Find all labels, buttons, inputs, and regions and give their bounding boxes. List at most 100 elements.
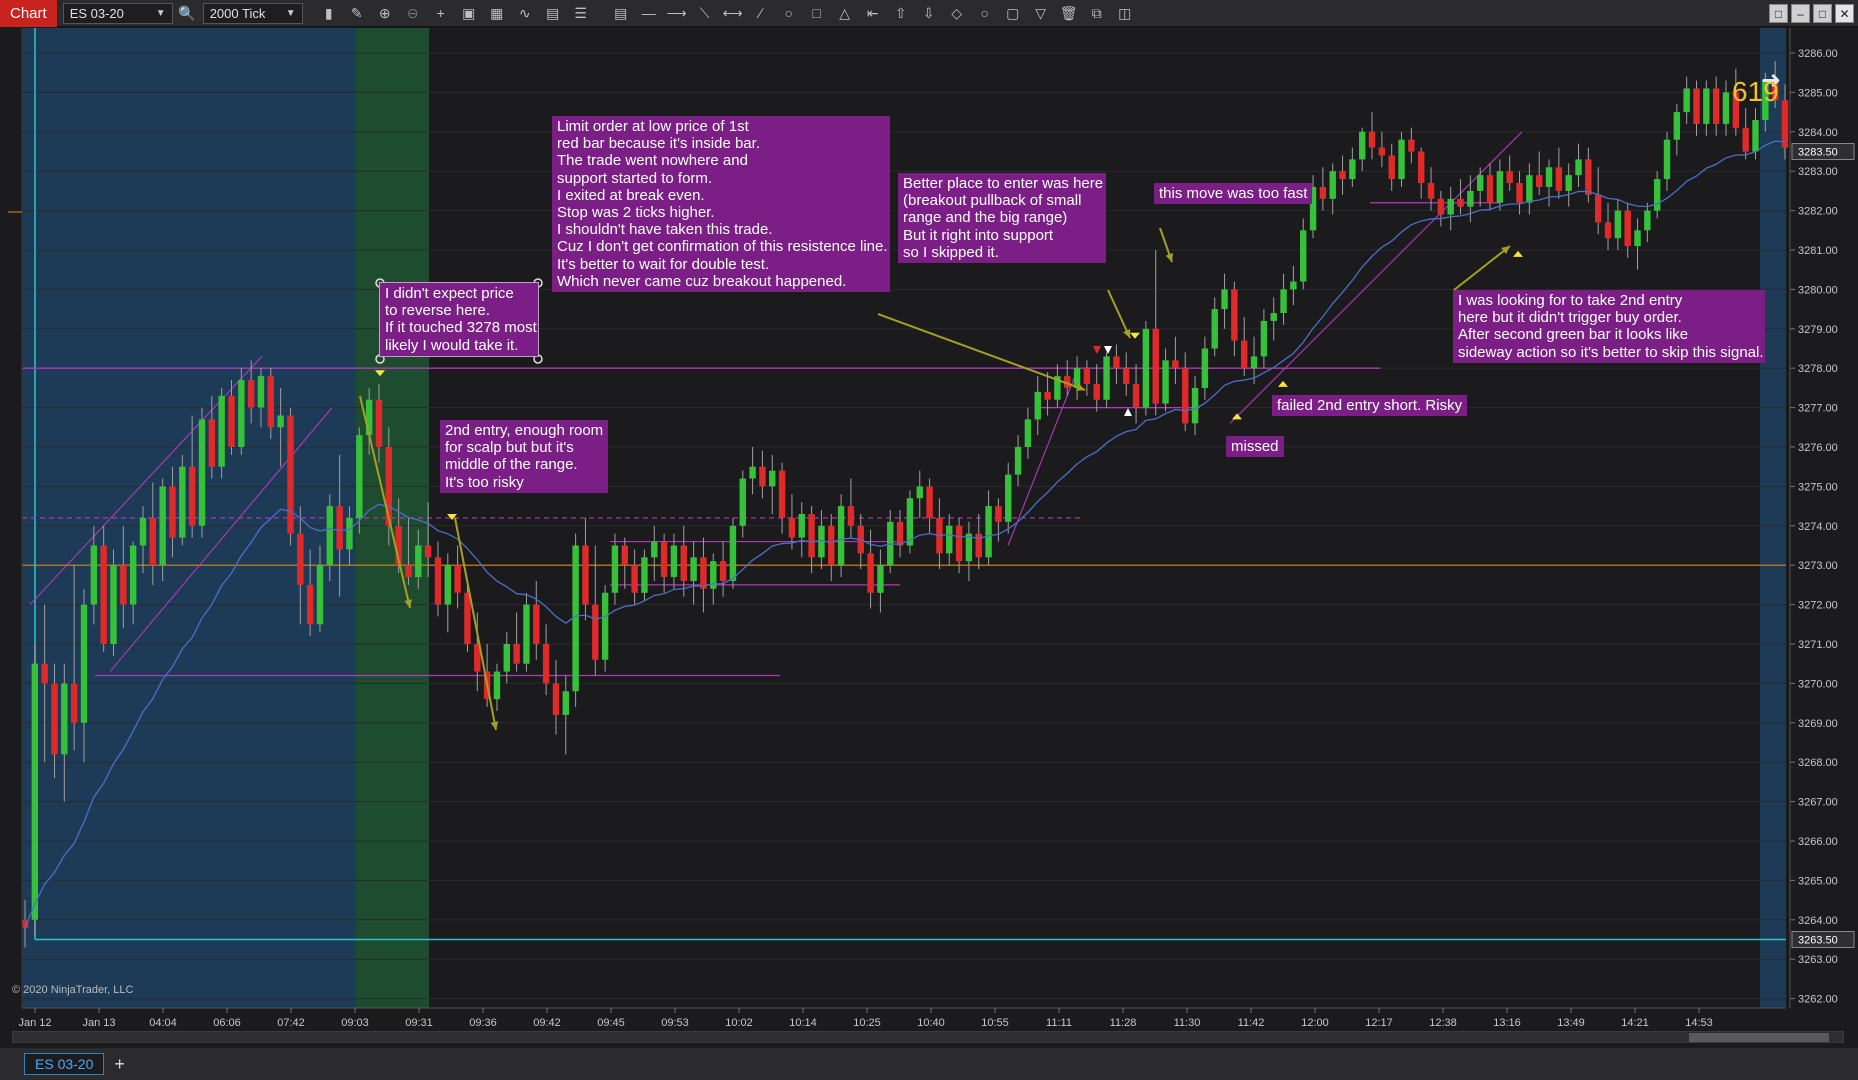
candle-bull [1703, 88, 1710, 124]
candle-bear [542, 644, 550, 684]
annotation-note-5[interactable]: this move was too fast [1154, 183, 1313, 205]
candle-bull [1467, 190, 1474, 207]
annotation-note-2[interactable]: Limit order at low price of 1st red bar … [552, 116, 890, 293]
annotation-note-1[interactable]: I didn't expect price to reverse here. I… [379, 282, 539, 357]
price-label: 3286.00 [1798, 48, 1838, 60]
fib-icon[interactable]: ∕ [750, 2, 772, 24]
line-icon[interactable]: — [638, 2, 660, 24]
candle-bear [631, 565, 638, 593]
annotation-note-7[interactable]: missed [1226, 436, 1284, 458]
candle-bear [1231, 289, 1238, 341]
candle-bear [1604, 222, 1612, 239]
time-label: Jan 13 [82, 1017, 115, 1029]
pencil-icon[interactable]: ✎ [346, 2, 368, 24]
candle-bear [267, 376, 275, 428]
time-label: 09:53 [661, 1017, 689, 1029]
properties-icon[interactable]: ▦ [486, 2, 508, 24]
rectangle-icon[interactable]: □ [806, 2, 828, 24]
candle-bull [798, 513, 805, 538]
arrow-left-icon[interactable]: ⇤ [862, 2, 884, 24]
zoom-out-icon[interactable]: ⊖ [402, 2, 424, 24]
horizontal-scrollbar[interactable] [12, 1031, 1844, 1043]
candle-bear [808, 513, 815, 558]
close-icon[interactable]: ✕ [1835, 4, 1854, 23]
candle-bear [1241, 340, 1248, 369]
maximize-icon[interactable]: □ [1813, 4, 1832, 23]
ruler-icon[interactable]: ▤ [610, 2, 632, 24]
layers-icon[interactable]: ◫ [1114, 2, 1136, 24]
time-label: 09:45 [597, 1017, 625, 1029]
candle-bull [316, 565, 324, 625]
candle-bear [995, 506, 1002, 522]
candle-bear [51, 683, 58, 755]
time-label: 10:02 [725, 1017, 753, 1029]
scroll-thumb[interactable] [1689, 1033, 1829, 1042]
tab-es-03-20[interactable]: ES 03-20 [24, 1053, 105, 1075]
diamond-icon[interactable]: ◇ [946, 2, 968, 24]
square-icon[interactable]: ▢ [1002, 2, 1024, 24]
time-label: 10:40 [917, 1017, 945, 1029]
candle-bear [1506, 171, 1513, 184]
candle-bear [926, 486, 933, 518]
template-icon[interactable]: ▣ [458, 2, 480, 24]
instrument-tab-bar: ES 03-20 + [0, 1048, 1858, 1080]
candle-bull [493, 671, 501, 700]
price-label: 3284.00 [1798, 127, 1838, 139]
candle-bear [719, 561, 727, 581]
annotation-note-6[interactable]: failed 2nd entry short. Risky [1272, 395, 1468, 417]
annotation-note-8[interactable]: I was looking for to take 2nd entry here… [1453, 290, 1765, 363]
strategy-icon[interactable]: ▤ [542, 2, 564, 24]
candle-bull [139, 517, 147, 546]
candle-bull [1575, 159, 1582, 176]
chart-menu-button[interactable]: Chart [0, 0, 57, 27]
ellipse-icon[interactable]: ○ [778, 2, 800, 24]
circle-icon[interactable]: ○ [974, 2, 996, 24]
candle-bear [1535, 175, 1543, 187]
candle-bear [149, 517, 157, 566]
candle-bear [464, 592, 471, 644]
time-label: 11:11 [1046, 1017, 1072, 1029]
triangle-icon[interactable]: △ [834, 2, 856, 24]
time-label: 04:04 [149, 1017, 177, 1029]
delete-icon[interactable]: 🗑 [1058, 2, 1080, 24]
arrow-line-icon[interactable]: ⟷ [722, 2, 744, 24]
time-label: 07:42 [277, 1017, 305, 1029]
triangle-down-icon[interactable]: ▽ [1030, 2, 1052, 24]
candle-bear [306, 584, 314, 625]
instrument-selector[interactable]: ES 03-20 ▼ [62, 2, 173, 24]
candle-bull [503, 644, 510, 672]
add-tab-button[interactable]: + [114, 1054, 125, 1075]
crosshair-icon[interactable]: + [430, 2, 452, 24]
time-label: 12:38 [1429, 1017, 1457, 1029]
candle-bull [1162, 360, 1169, 404]
list-icon[interactable]: ☰ [570, 2, 592, 24]
candle-bear [100, 545, 107, 644]
candle-bear [1516, 183, 1523, 203]
interval-selector[interactable]: 2000 Tick ▼ [202, 2, 303, 24]
indicator-icon[interactable]: ∿ [514, 2, 536, 24]
candle-bull [601, 592, 609, 660]
annotation-note-3[interactable]: 2nd entry, enough room for scalp but but… [440, 420, 608, 493]
indicator-value: 619 [1732, 76, 1779, 107]
ray-icon[interactable]: ⟶ [666, 2, 688, 24]
arrow-up-icon[interactable]: ⇧ [890, 2, 912, 24]
candle-bear [228, 395, 235, 447]
search-icon[interactable]: 🔍 [176, 2, 198, 24]
candle-bear [454, 565, 461, 593]
tile-icon[interactable]: □ [1769, 4, 1788, 23]
candle-bull [749, 466, 756, 479]
extended-line-icon[interactable]: ⟍ [694, 2, 716, 24]
candle-bull [1614, 210, 1622, 239]
minimize-icon[interactable]: – [1791, 4, 1810, 23]
candle-bear [375, 399, 383, 447]
bar-type-icon[interactable]: ▮ [318, 2, 340, 24]
zoom-in-icon[interactable]: ⊕ [374, 2, 396, 24]
arrow-down-icon[interactable]: ⇩ [918, 2, 940, 24]
chevron-down-icon: ▼ [155, 7, 166, 19]
candle-bull [218, 395, 225, 467]
candle-bull [1398, 139, 1405, 180]
chart-panel[interactable]: 3286.00 3285.00 3284.00 3283.00 3282.00 3281.… [0, 28, 1858, 1048]
annotation-note-4[interactable]: Better place to enter was here (breakout… [898, 173, 1106, 264]
copy-icon[interactable]: ⧉ [1086, 2, 1108, 24]
candle-bear [759, 466, 766, 487]
